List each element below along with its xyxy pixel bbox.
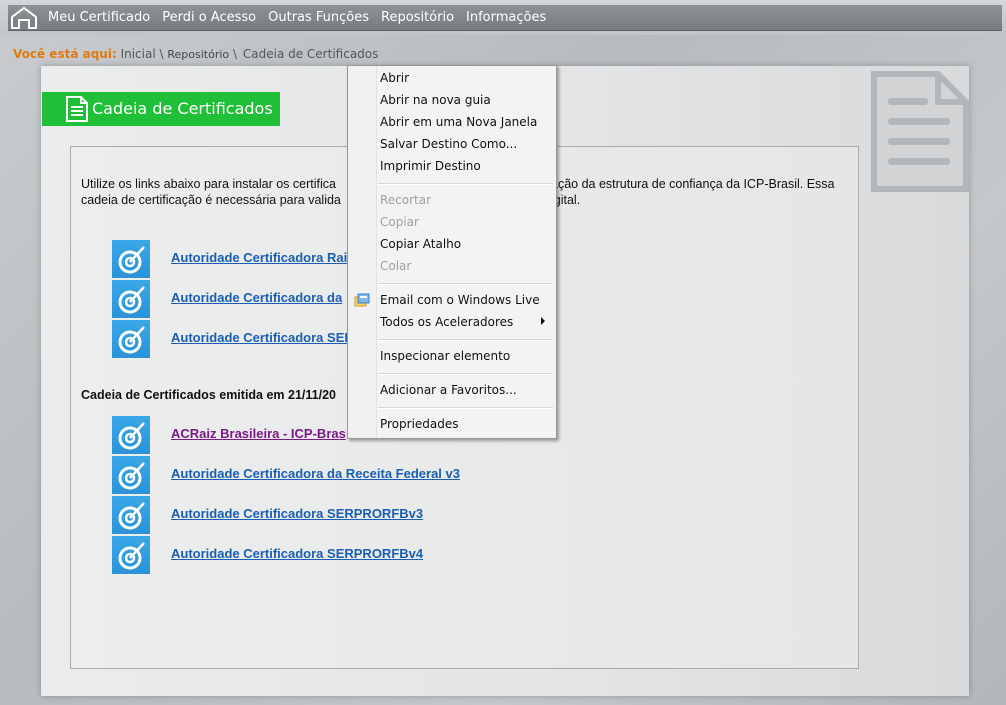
nav-perdi-o-acesso[interactable]: Perdi o Acesso <box>162 10 256 25</box>
certificate-icon[interactable] <box>112 280 150 318</box>
intro-line1-left: Utilize os links abaixo para instalar os… <box>81 177 336 191</box>
cert-link[interactable]: Autoridade Certificadora SERPRORFBv4 <box>171 546 423 561</box>
breadcrumb-current: Cadeia de Certificados <box>240 47 381 61</box>
menu-item-adicionar-favoritos[interactable]: Adicionar a Favoritos... <box>380 379 517 401</box>
page-title-box: Cadeia de Certificados <box>42 92 280 126</box>
nav-bar: Meu Certificado Perdi o Acesso Outras Fu… <box>8 5 1002 31</box>
menu-item-copiar-atalho[interactable]: Copiar Atalho <box>380 233 461 255</box>
menu-separator <box>378 373 553 375</box>
cert-link[interactable]: Autoridade Certificadora Rai <box>171 250 347 265</box>
menu-item-aceleradores[interactable]: Todos os Aceleradores <box>380 311 513 333</box>
menu-item-abrir-nova-guia[interactable]: Abrir na nova guia <box>380 89 491 111</box>
breadcrumb: Você está aqui: Inicial \ Repositório \ … <box>13 47 381 61</box>
windows-live-icon <box>354 293 370 307</box>
nav-meu-certificado[interactable]: Meu Certificado <box>48 10 150 25</box>
certificate-icon[interactable] <box>112 456 150 494</box>
menu-item-email-windows-live[interactable]: Email com o Windows Live <box>380 289 540 311</box>
breadcrumb-inicial[interactable]: Inicial <box>121 47 156 61</box>
breadcrumb-repositorio[interactable]: Repositório <box>167 48 229 61</box>
menu-item-abrir-nova-janela[interactable]: Abrir em uma Nova Janela <box>380 111 537 133</box>
certificate-icon[interactable] <box>112 536 150 574</box>
menu-item-salvar-destino[interactable]: Salvar Destino Como... <box>380 133 517 155</box>
home-icon[interactable] <box>8 6 40 30</box>
menu-item-copiar: Copiar <box>380 215 419 229</box>
cert-link[interactable]: Autoridade Certificadora da <box>171 290 342 305</box>
menu-item-propriedades[interactable]: Propriedades <box>380 413 459 435</box>
document-icon <box>66 96 88 122</box>
cert-link[interactable]: Autoridade Certificadora da Receita Fede… <box>171 466 460 481</box>
document-icon <box>871 71 969 192</box>
nav-informacoes[interactable]: Informações <box>466 10 546 25</box>
nav-outras-funcoes[interactable]: Outras Funções <box>268 10 369 25</box>
section-heading: Cadeia de Certificados emitida em 21/11/… <box>81 388 336 402</box>
menu-separator <box>378 407 553 409</box>
menu-separator <box>378 183 553 185</box>
breadcrumb-lead: Você está aqui: <box>13 47 117 61</box>
certificate-icon[interactable] <box>112 496 150 534</box>
page-title: Cadeia de Certificados <box>92 99 273 118</box>
breadcrumb-separator: \ <box>159 47 164 61</box>
menu-item-recortar: Recortar <box>380 193 432 207</box>
certificate-icon[interactable] <box>112 240 150 278</box>
menu-separator <box>378 339 553 341</box>
context-menu: Abrir Abrir na nova guia Abrir em uma No… <box>347 65 557 439</box>
menu-item-imprimir-destino[interactable]: Imprimir Destino <box>380 155 481 177</box>
cert-link[interactable]: ACRaiz Brasileira - ICP-Bras <box>171 426 346 441</box>
menu-item-abrir[interactable]: Abrir <box>380 67 409 89</box>
certificate-icon[interactable] <box>112 320 150 358</box>
chevron-right-icon <box>541 317 545 325</box>
menu-item-inspecionar[interactable]: Inspecionar elemento <box>380 345 510 367</box>
cert-link[interactable]: Autoridade Certificadora SERPRORFBv3 <box>171 506 423 521</box>
menu-separator <box>378 283 553 285</box>
top-navigation: Meu Certificado Perdi o Acesso Outras Fu… <box>0 0 1006 35</box>
cert-link[interactable]: Autoridade Certificadora SEF <box>171 330 352 345</box>
context-menu-gutter <box>348 66 377 438</box>
certificate-icon[interactable] <box>112 416 150 454</box>
nav-repositorio[interactable]: Repositório <box>381 10 454 25</box>
menu-item-colar: Colar <box>380 259 412 273</box>
intro-line2-left: cadeia de certificação é necessária para… <box>81 193 341 207</box>
breadcrumb-separator: \ <box>233 47 238 61</box>
intro-line1-right: ação da estrutura de confiança da ICP-Br… <box>551 177 835 191</box>
